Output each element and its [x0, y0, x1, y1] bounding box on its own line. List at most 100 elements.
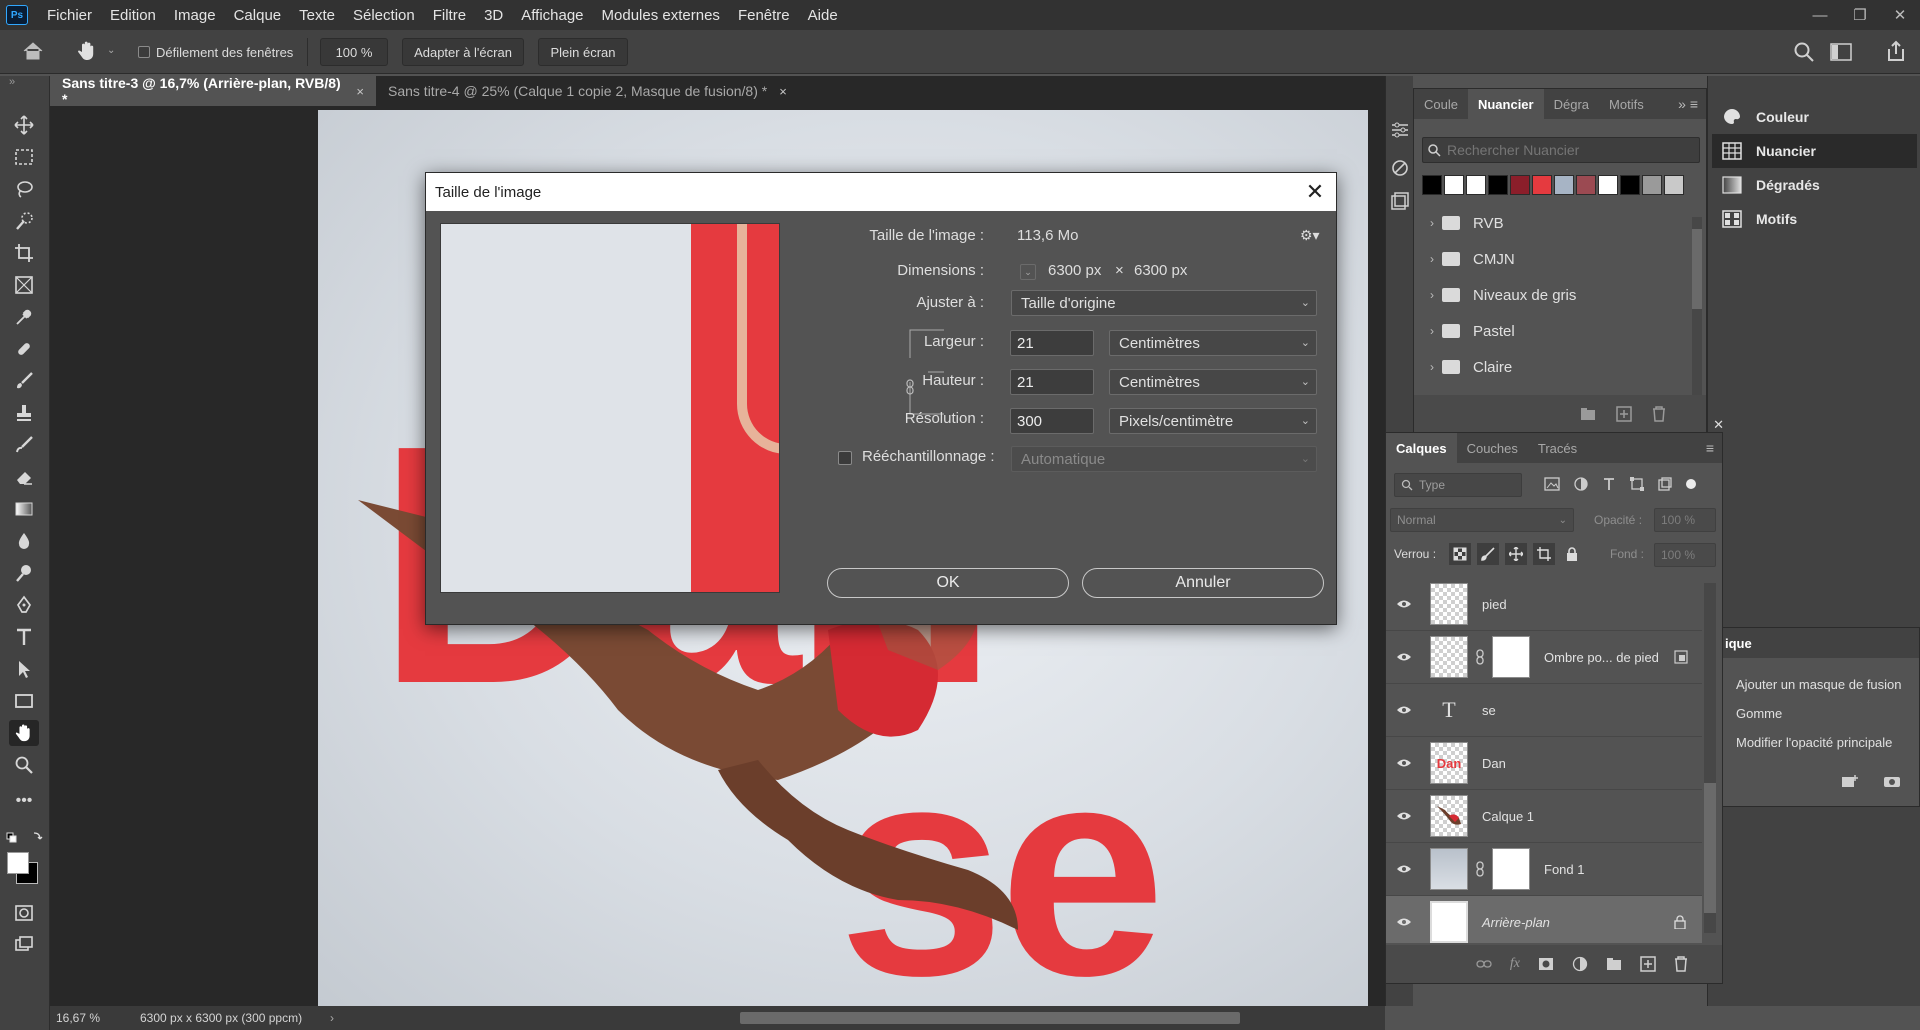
color-swatch[interactable]	[1532, 175, 1552, 195]
new-document-from-state-icon[interactable]	[1841, 774, 1859, 788]
folder-niveaux-de-gris[interactable]: › Niveaux de gris	[1422, 277, 1690, 313]
resolution-unit-select[interactable]: Pixels/centimètre ⌄	[1109, 408, 1317, 434]
color-swatch[interactable]	[1466, 175, 1486, 195]
marquee-tool-icon[interactable]	[9, 144, 39, 170]
layer-mask-thumbnail[interactable]	[1492, 636, 1530, 678]
tab-motifs[interactable]: Motifs	[1599, 89, 1654, 119]
horizontal-scrollbar-thumb[interactable]	[740, 1012, 1240, 1024]
gradient-tool-icon[interactable]	[9, 496, 39, 522]
layer-row-arriere-plan[interactable]: Arrière-plan	[1386, 896, 1702, 943]
path-selection-tool-icon[interactable]	[9, 656, 39, 682]
cancel-button[interactable]: Annuler	[1082, 568, 1324, 598]
add-mask-icon[interactable]	[1538, 957, 1554, 971]
link-icon[interactable]	[1474, 861, 1486, 877]
history-brush-tool-icon[interactable]	[9, 432, 39, 458]
menu-affichage[interactable]: Affichage	[512, 7, 592, 24]
image-preview[interactable]	[440, 223, 780, 593]
home-icon[interactable]	[22, 41, 44, 61]
color-swatch[interactable]	[1422, 175, 1442, 195]
eyedropper-tool-icon[interactable]	[9, 304, 39, 330]
adjustment-filter-icon[interactable]	[1574, 477, 1588, 491]
close-tab-icon[interactable]: ×	[779, 84, 787, 99]
tab-sans-titre-4[interactable]: Sans titre-4 @ 25% (Calque 1 copie 2, Ma…	[376, 76, 876, 106]
new-group-icon[interactable]	[1580, 407, 1596, 421]
layer-row-calque-1[interactable]: Calque 1	[1386, 790, 1702, 843]
color-swatch[interactable]	[1620, 175, 1640, 195]
lock-icon[interactable]	[1674, 915, 1686, 929]
panel-menu-icon[interactable]: » ≡	[1678, 96, 1698, 112]
folder-claire[interactable]: › Claire	[1422, 349, 1690, 385]
lock-artboard-icon[interactable]	[1533, 543, 1555, 565]
tab-degrades[interactable]: Dégra	[1544, 89, 1599, 119]
full-screen-button[interactable]: Plein écran	[538, 38, 628, 66]
layers-scrollbar-thumb[interactable]	[1704, 783, 1716, 913]
new-swatch-icon[interactable]	[1616, 406, 1632, 422]
zoom-100-button[interactable]: 100 %	[320, 38, 388, 66]
scroll-all-windows-checkbox[interactable]	[138, 46, 150, 58]
eye-icon[interactable]	[1386, 811, 1422, 821]
menu-selection[interactable]: Sélection	[344, 7, 424, 24]
zoom-tool-icon[interactable]	[9, 752, 39, 778]
swatch-scrollbar-thumb[interactable]	[1692, 229, 1702, 309]
chevron-down-icon[interactable]: ⌄	[107, 45, 115, 56]
new-group-icon[interactable]	[1606, 957, 1622, 971]
eye-icon[interactable]	[1386, 599, 1422, 609]
pen-tool-icon[interactable]	[9, 592, 39, 618]
swatch-scrollbar[interactable]	[1692, 217, 1702, 397]
restore-button[interactable]: ❐	[1840, 0, 1880, 30]
eraser-tool-icon[interactable]	[9, 464, 39, 490]
layer-row-se[interactable]: T se	[1386, 684, 1702, 737]
eye-icon[interactable]	[1386, 758, 1422, 768]
tab-couches[interactable]: Couches	[1457, 433, 1528, 463]
crop-tool-icon[interactable]	[9, 240, 39, 266]
blur-tool-icon[interactable]	[9, 528, 39, 554]
layer-filter-select[interactable]: Type	[1394, 473, 1522, 497]
color-swatch[interactable]	[1488, 175, 1508, 195]
new-layer-icon[interactable]	[1640, 956, 1656, 972]
dodge-tool-icon[interactable]	[9, 560, 39, 586]
tab-calques[interactable]: Calques	[1386, 433, 1457, 463]
menu-fichier[interactable]: Fichier	[38, 7, 101, 24]
swatch-search-field[interactable]	[1422, 137, 1700, 163]
eye-icon[interactable]	[1386, 917, 1422, 927]
lock-image-pixels-icon[interactable]	[1477, 543, 1499, 565]
workspace-icon[interactable]	[1830, 43, 1852, 61]
history-row[interactable]: Ajouter un masque de fusion	[1701, 670, 1919, 699]
panel-couleur[interactable]: Couleur	[1712, 100, 1917, 134]
type-filter-icon[interactable]	[1602, 477, 1616, 491]
close-window-button[interactable]: ✕	[1880, 0, 1920, 30]
pixel-filter-icon[interactable]	[1544, 477, 1560, 491]
adjustments-icon[interactable]	[1390, 120, 1410, 140]
resample-checkbox[interactable]	[838, 451, 852, 465]
panel-nuancier[interactable]: Nuancier	[1712, 134, 1917, 168]
minimize-button[interactable]: —	[1800, 0, 1840, 30]
frame-tool-icon[interactable]	[9, 272, 39, 298]
move-tool-icon[interactable]	[9, 112, 39, 138]
menu-image[interactable]: Image	[165, 7, 225, 24]
opacity-field[interactable]: 100 %	[1654, 508, 1716, 532]
color-swatch[interactable]	[1664, 175, 1684, 195]
layers-scrollbar[interactable]	[1704, 583, 1716, 933]
folder-rvb[interactable]: › RVB	[1422, 205, 1690, 241]
shape-filter-icon[interactable]	[1630, 477, 1644, 491]
close-panel-icon[interactable]: ✕	[1713, 417, 1724, 433]
swatch-search-input[interactable]	[1447, 140, 1687, 160]
share-icon[interactable]	[1885, 40, 1907, 62]
layer-row-pied[interactable]: pied	[1386, 578, 1702, 631]
tab-nuancier[interactable]: Nuancier	[1467, 89, 1544, 119]
width-unit-select[interactable]: Centimètres ⌄	[1109, 330, 1317, 356]
hand-tool-selected-icon[interactable]	[9, 720, 39, 746]
color-swatch[interactable]	[1642, 175, 1662, 195]
color-swatch[interactable]	[1576, 175, 1596, 195]
dialog-close-button[interactable]: ✕	[1304, 179, 1326, 204]
layer-row-ombre-pied[interactable]: Ombre po... de pied	[1386, 631, 1702, 684]
color-swatch[interactable]	[1444, 175, 1464, 195]
layer-row-fond-1[interactable]: Fond 1	[1386, 843, 1702, 896]
eye-icon[interactable]	[1386, 705, 1422, 715]
layer-style-fx-icon[interactable]: fx	[1510, 956, 1520, 972]
tab-traces[interactable]: Tracés	[1528, 433, 1587, 463]
swap-colors-icon[interactable]	[6, 831, 46, 843]
foreground-color-swatch[interactable]	[7, 852, 29, 874]
resample-select[interactable]: Automatique ⌄	[1011, 446, 1317, 472]
height-field[interactable]: 21	[1010, 369, 1094, 395]
